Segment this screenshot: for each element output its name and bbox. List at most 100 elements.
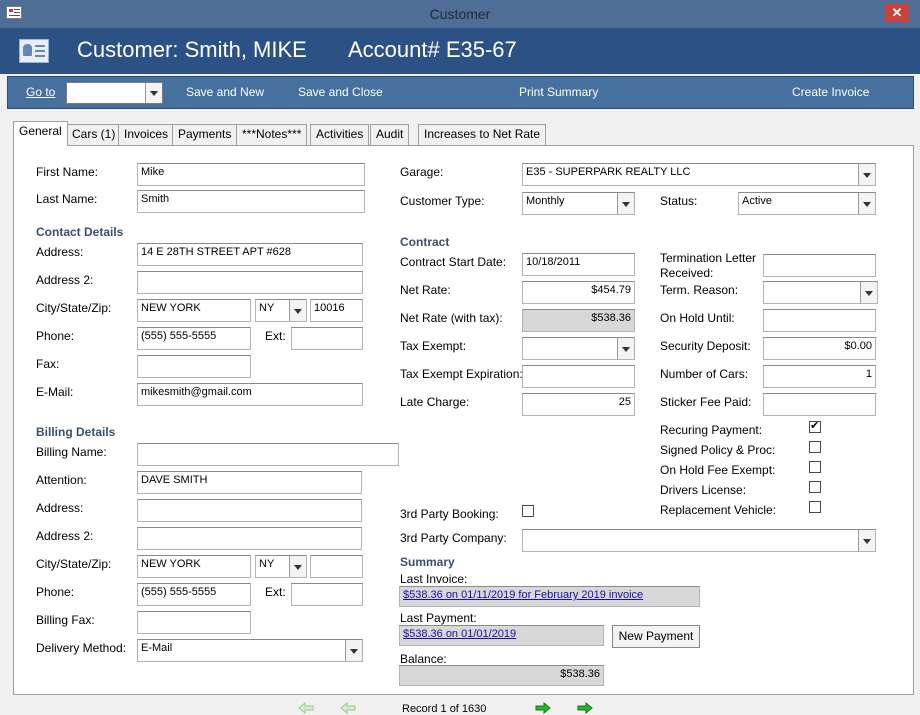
last-payment-field[interactable]: $538.36 on 01/01/2019 [399,625,604,646]
termination-letter-field[interactable] [763,254,876,277]
garage-combo[interactable]: E35 - SUPERPARK REALTY LLC [522,163,876,186]
third-party-company-combo[interactable] [522,529,876,552]
tab-activities[interactable]: Activities [310,124,370,145]
customer-type-value: Monthly [526,195,565,207]
city-field[interactable]: NEW YORK [137,299,251,322]
address-field[interactable]: 14 E 28TH STREET APT #628 [137,243,363,266]
email-field[interactable]: mikesmith@gmail.com [137,383,363,406]
chevron-down-icon[interactable] [860,282,877,303]
access-app-icon [6,6,22,19]
first-record-icon[interactable] [298,702,314,714]
last-record-icon[interactable] [577,702,593,714]
delivery-method-combo[interactable]: E-Mail [137,639,363,662]
goto-combo[interactable] [66,82,163,104]
tax-exempt-combo[interactable] [522,337,635,360]
previous-record-icon[interactable] [340,702,356,714]
net-rate-field[interactable]: $454.79 [522,281,635,304]
replacement-vehicle-checkbox[interactable] [809,501,821,513]
status-combo[interactable]: Active [738,192,876,215]
signed-policy-label: Signed Policy & Proc: [660,443,776,457]
on-hold-fee-exempt-label: On Hold Fee Exempt: [660,463,776,477]
security-deposit-field[interactable]: $0.00 [763,337,876,360]
create-invoice-button[interactable]: Create Invoice [792,85,869,99]
security-deposit-label: Security Deposit: [660,339,751,353]
billing-details-heading: Billing Details [36,425,116,439]
drivers-license-checkbox[interactable] [809,481,821,493]
billing-fax-field[interactable] [137,611,251,634]
chevron-down-icon[interactable] [617,338,634,359]
phone-field[interactable]: (555) 555-5555 [137,327,251,350]
print-summary-button[interactable]: Print Summary [519,85,598,99]
chevron-down-icon[interactable] [858,530,875,551]
on-hold-until-label: On Hold Until: [660,311,735,325]
new-payment-button[interactable]: New Payment [612,625,700,648]
term-reason-label: Term. Reason: [660,283,739,297]
billing-city-state-zip-label: City/State/Zip: [36,557,112,571]
last-invoice-label: Last Invoice: [400,572,468,586]
billing-address-field[interactable] [137,499,362,522]
phone-label: Phone: [36,329,75,343]
tab-cars[interactable]: Cars (1) [66,124,122,145]
account-number: Account# E35-67 [348,37,517,62]
number-of-cars-label: Number of Cars: [660,367,749,381]
termination-letter-label-line1: Termination Letter [660,251,757,265]
tab-invoices[interactable]: Invoices [118,124,175,145]
close-icon[interactable]: ✕ [885,4,909,22]
billing-zip-field[interactable] [310,555,363,578]
summary-heading: Summary [400,555,455,569]
chevron-down-icon[interactable] [145,83,162,103]
customer-type-combo[interactable]: Monthly [522,192,635,215]
zip-field[interactable]: 10016 [310,299,363,322]
last-payment-link[interactable]: $538.36 on 01/01/2019 [403,628,516,640]
recurring-payment-checkbox[interactable] [809,419,821,433]
chevron-down-icon[interactable] [289,300,306,321]
billing-name-label: Billing Name: [36,445,107,459]
late-charge-label: Late Charge: [400,395,470,409]
first-name-field[interactable]: Mike [137,163,365,186]
chevron-down-icon[interactable] [858,193,875,214]
tab-payments[interactable]: Payments [172,124,238,145]
next-record-icon[interactable] [535,702,551,714]
chevron-down-icon[interactable] [345,640,362,661]
termination-letter-label-line2: Received: [660,266,714,280]
ext-field[interactable] [291,327,363,350]
last-invoice-link[interactable]: $538.36 on 01/11/2019 for February 2019 … [403,589,643,601]
chevron-down-icon[interactable] [289,556,306,577]
last-name-field[interactable]: Smith [137,190,365,213]
goto-label: Go to [26,85,56,99]
late-charge-field[interactable]: 25 [522,393,635,416]
address-label: Address: [36,245,84,259]
ext-label: Ext: [265,329,286,343]
number-of-cars-field[interactable]: 1 [763,365,876,388]
term-reason-combo[interactable] [763,281,878,304]
tab-general[interactable]: General [13,121,68,146]
state-combo[interactable]: NY [255,299,307,322]
fax-field[interactable] [137,355,251,378]
on-hold-until-field[interactable] [763,309,876,332]
sticker-fee-paid-field[interactable] [763,393,876,416]
attention-field[interactable]: DAVE SMITH [137,471,362,494]
billing-name-field[interactable] [137,443,399,466]
address2-field[interactable] [137,271,363,294]
save-and-new-button[interactable]: Save and New [186,85,264,99]
billing-phone-field[interactable]: (555) 555-5555 [137,583,251,606]
tab-increases-net-rate[interactable]: Increases to Net Rate [418,124,547,145]
signed-policy-checkbox[interactable] [809,441,821,453]
third-party-booking-checkbox[interactable] [522,505,534,517]
tax-exempt-expiration-field[interactable] [522,365,635,388]
billing-ext-field[interactable] [291,583,363,606]
chevron-down-icon[interactable] [617,193,634,214]
save-and-close-button[interactable]: Save and Close [298,85,383,99]
tab-audit[interactable]: Audit [370,124,410,145]
contract-start-date-label: Contract Start Date: [400,255,507,269]
billing-state-combo[interactable]: NY [255,555,307,578]
billing-city-field[interactable]: NEW YORK [137,555,251,578]
billing-address2-field[interactable] [137,527,362,550]
last-invoice-field[interactable]: $538.36 on 01/11/2019 for February 2019 … [399,586,700,607]
tab-notes[interactable]: ***Notes*** [236,124,308,145]
garage-label: Garage: [400,165,444,179]
chevron-down-icon[interactable] [858,164,875,185]
delivery-method-label: Delivery Method: [36,641,127,655]
on-hold-fee-exempt-checkbox[interactable] [809,461,821,473]
contract-start-date-field[interactable]: 10/18/2011 [522,253,635,276]
